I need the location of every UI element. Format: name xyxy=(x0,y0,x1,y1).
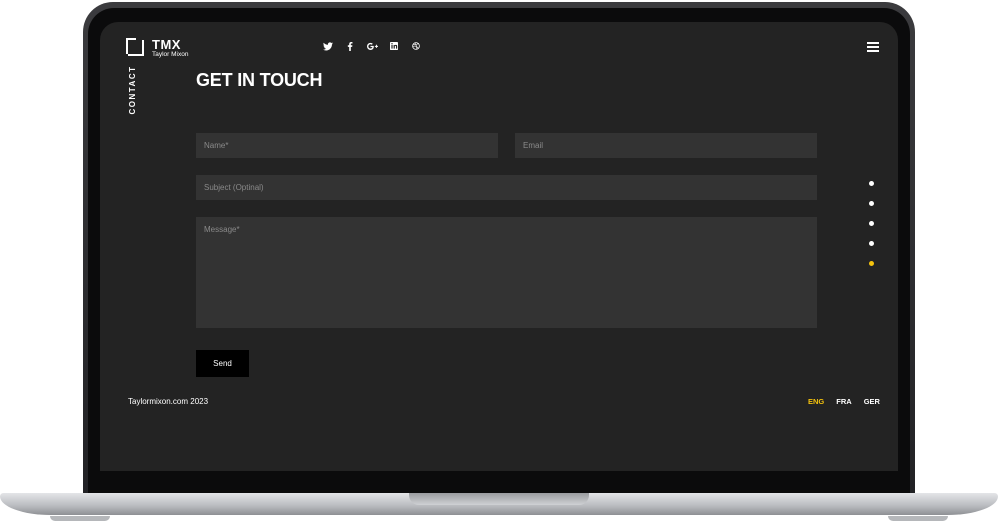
laptop-notch xyxy=(409,493,589,505)
section-dot[interactable] xyxy=(869,241,874,246)
send-button[interactable]: Send xyxy=(196,350,249,377)
section-dot[interactable] xyxy=(869,201,874,206)
subject-input[interactable] xyxy=(196,175,817,200)
laptop-foot-left xyxy=(50,516,110,521)
twitter-icon[interactable] xyxy=(317,42,339,54)
brand-name: TMX xyxy=(152,37,181,52)
brand-owner: Taylor Mixon xyxy=(152,51,189,58)
logo[interactable]: TMX Taylor Mixon xyxy=(126,38,188,59)
page-title: GET IN TOUCH xyxy=(196,70,323,90)
laptop-foot-right xyxy=(888,516,948,521)
side-section-label: CONTACT xyxy=(128,65,137,115)
google-plus-icon[interactable] xyxy=(361,42,383,54)
copyright-text: Taylormixon.com 2023 xyxy=(128,397,209,406)
language-switcher: ENG FRA GER xyxy=(808,397,880,406)
linkedin-icon[interactable] xyxy=(383,42,405,54)
dribbble-icon[interactable] xyxy=(405,42,427,54)
lang-eng[interactable]: ENG xyxy=(808,397,824,406)
lang-fra[interactable]: FRA xyxy=(836,397,851,406)
name-input[interactable] xyxy=(196,133,498,158)
screen: TMX Taylor Mixon CONTACT GET IN TOUCH Se… xyxy=(100,22,898,471)
section-dot-active[interactable] xyxy=(869,261,874,266)
social-links xyxy=(317,42,427,54)
logo-text: TMX Taylor Mixon xyxy=(152,38,188,59)
section-dot[interactable] xyxy=(869,221,874,226)
section-dot[interactable] xyxy=(869,181,874,186)
facebook-icon[interactable] xyxy=(339,42,361,54)
email-input[interactable] xyxy=(515,133,817,158)
lang-ger[interactable]: GER xyxy=(864,397,880,406)
message-textarea[interactable] xyxy=(196,217,817,328)
hamburger-menu-icon[interactable] xyxy=(867,42,879,52)
section-dots xyxy=(869,181,874,281)
logo-mark-icon xyxy=(126,38,144,56)
